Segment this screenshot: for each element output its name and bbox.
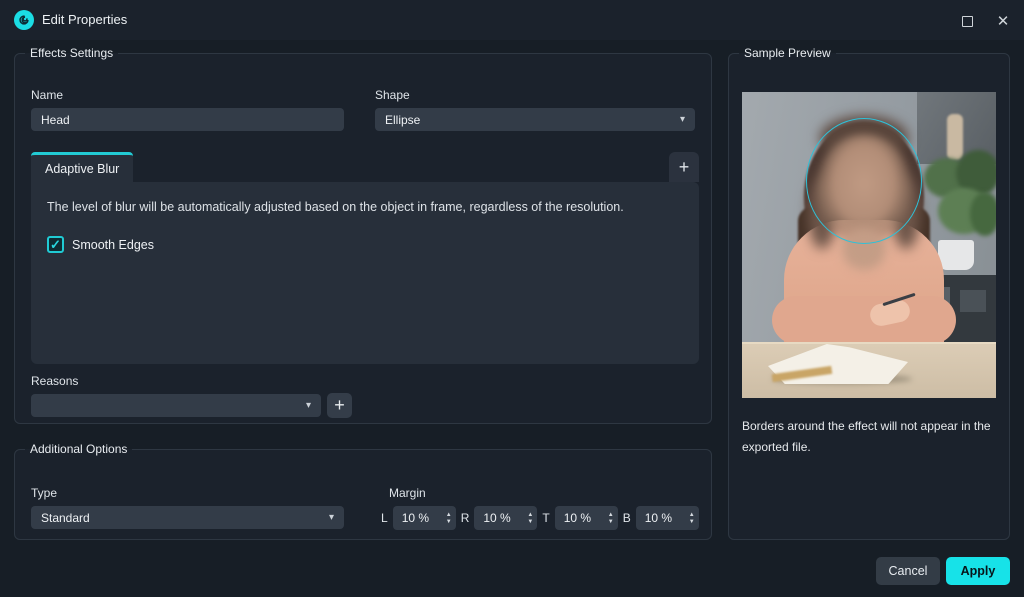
margin-left-letter: L (381, 511, 388, 525)
chevron-down-icon: ▾ (305, 400, 311, 411)
spin-up-icon[interactable]: ▲ (689, 512, 695, 518)
shape-dropdown[interactable]: Ellipse ▾ (375, 108, 695, 131)
preview-image (742, 92, 996, 398)
smooth-edges-row: ✓ Smooth Edges (47, 236, 683, 253)
shape-dropdown-value: Ellipse (385, 112, 421, 127)
smooth-edges-label: Smooth Edges (72, 237, 154, 252)
preview-caption: Borders around the effect will not appea… (742, 419, 991, 454)
margin-top-value: 10 % (563, 511, 592, 525)
margin-top-stepper[interactable]: ▲ ▼ (608, 512, 614, 525)
maximize-button[interactable] (950, 8, 984, 34)
effect-tab-bar: Adaptive Blur + (31, 152, 699, 182)
preview-plant-pot (938, 240, 974, 270)
type-dropdown-value: Standard (41, 510, 90, 525)
checkmark-icon: ✓ (50, 237, 61, 252)
sample-preview-group: Sample Preview Borders around the effect… (728, 46, 1010, 540)
margin-right-letter: R (460, 511, 470, 525)
shape-label: Shape (375, 88, 410, 102)
margin-left-unit: L 10 % ▲ ▼ (381, 506, 456, 530)
effects-settings-legend: Effects Settings (30, 46, 114, 60)
close-button[interactable]: ✕ (986, 8, 1020, 34)
spin-down-icon[interactable]: ▼ (446, 519, 452, 525)
preview-shelf-item (960, 290, 986, 312)
additional-options-group: Additional Options Type Standard ▾ Margi… (14, 442, 712, 540)
margin-left-stepper[interactable]: ▲ ▼ (446, 512, 452, 525)
reasons-dropdown[interactable]: ▾ (31, 394, 321, 417)
chevron-down-icon: ▾ (328, 512, 334, 523)
blur-ellipse-outline[interactable] (806, 118, 922, 244)
name-label: Name (31, 88, 64, 102)
plus-icon: + (678, 156, 690, 177)
margin-bottom-value: 10 % (644, 511, 673, 525)
close-icon: ✕ (996, 12, 1010, 30)
add-reason-button[interactable]: + (327, 393, 352, 418)
margin-bottom-stepper[interactable]: ▲ ▼ (689, 512, 695, 525)
add-effect-tab-button[interactable]: + (669, 152, 699, 182)
apply-button[interactable]: Apply (946, 557, 1010, 585)
blur-description: The level of blur will be automatically … (47, 200, 624, 214)
spin-up-icon[interactable]: ▲ (527, 512, 533, 518)
margin-right-unit: R 10 % ▲ ▼ (461, 506, 538, 530)
margin-top-unit: T 10 % ▲ ▼ (542, 506, 618, 530)
margin-top-spinbox[interactable]: 10 % ▲ ▼ (554, 506, 618, 530)
margin-left-value: 10 % (401, 511, 430, 525)
margin-bottom-letter: B (622, 511, 631, 525)
margin-right-spinbox[interactable]: 10 % ▲ ▼ (474, 506, 538, 530)
margin-label: Margin (389, 486, 426, 500)
preview-hanging-item (947, 114, 963, 160)
sample-preview-legend: Sample Preview (744, 46, 831, 60)
margin-bottom-spinbox[interactable]: 10 % ▲ ▼ (635, 506, 699, 530)
spin-down-icon[interactable]: ▼ (608, 519, 614, 525)
type-label: Type (31, 486, 58, 500)
spin-up-icon[interactable]: ▲ (446, 512, 452, 518)
app-logo-icon (14, 10, 34, 30)
reasons-label: Reasons (31, 374, 79, 388)
adaptive-blur-panel: The level of blur will be automatically … (31, 182, 699, 364)
edit-properties-dialog: Edit Properties ✕ Effects Settings Name … (0, 0, 1024, 597)
titlebar: Edit Properties ✕ (0, 0, 1024, 40)
margin-right-stepper[interactable]: ▲ ▼ (527, 512, 533, 525)
spin-up-icon[interactable]: ▲ (608, 512, 614, 518)
smooth-edges-checkbox[interactable]: ✓ (47, 236, 64, 253)
chevron-down-icon: ▾ (679, 114, 685, 125)
tab-label: Adaptive Blur (45, 161, 120, 176)
margin-row: L 10 % ▲ ▼ R 10 % ▲ ▼ T 10 % ▲ ▼ B 10 % … (381, 506, 699, 530)
margin-bottom-unit: B 10 % ▲ ▼ (623, 506, 699, 530)
preview-plant (970, 192, 996, 236)
additional-options-legend: Additional Options (30, 442, 128, 456)
tab-bar-spacer (133, 152, 669, 182)
type-dropdown[interactable]: Standard ▾ (31, 506, 344, 529)
spin-down-icon[interactable]: ▼ (527, 519, 533, 525)
margin-left-spinbox[interactable]: 10 % ▲ ▼ (392, 506, 456, 530)
tab-adaptive-blur[interactable]: Adaptive Blur (31, 152, 134, 182)
preview-desk-edge (742, 342, 996, 344)
spin-down-icon[interactable]: ▼ (689, 519, 695, 525)
plus-icon: + (334, 395, 345, 415)
window-title: Edit Properties (42, 12, 128, 27)
effects-settings-group: Effects Settings Name Shape Ellipse ▾ Ad… (14, 46, 712, 424)
margin-top-letter: T (542, 511, 550, 525)
cancel-button[interactable]: Cancel (876, 557, 940, 585)
margin-right-value: 10 % (483, 511, 511, 525)
preview-person-arms (772, 296, 956, 344)
name-input[interactable] (31, 108, 344, 131)
maximize-icon (961, 15, 973, 27)
